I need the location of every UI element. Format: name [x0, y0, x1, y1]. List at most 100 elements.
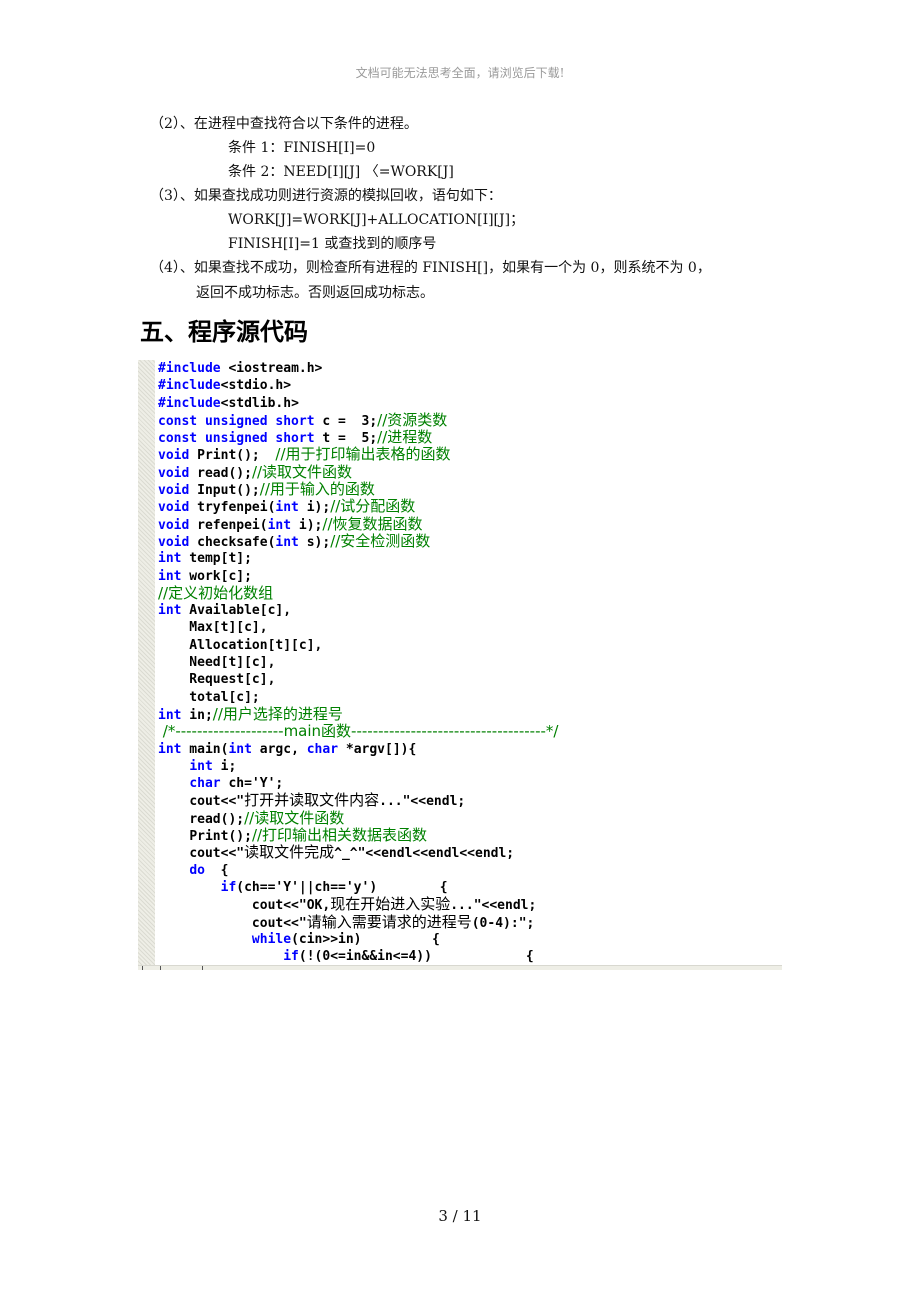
code-text: i);	[298, 500, 331, 516]
code-text: (0-4):";	[471, 915, 535, 931]
code-line: //定义初始化数组	[158, 583, 558, 602]
code-line: cout<<"请输入需要请求的进程号(0-4):";	[158, 912, 558, 931]
code-string-chinese: 现在开始进入实验	[330, 895, 451, 914]
code-keyword: int	[189, 758, 213, 774]
code-line: total[c];	[158, 689, 558, 706]
code-string-chinese: 请输入需要请求的进程号	[306, 912, 472, 931]
code-text: <stdlib.h>	[220, 395, 299, 411]
code-keyword: int	[158, 741, 182, 757]
code-text: i);	[291, 517, 323, 533]
page-number: 3 / 11	[438, 1207, 482, 1225]
code-line: void checksafe(int s);//安全检测函数	[158, 531, 558, 550]
code-line: Print();//打印输出相关数据表函数	[158, 826, 558, 845]
code-text: tryfenpei(	[189, 500, 276, 516]
code-keyword: int	[158, 603, 182, 619]
code-line: do {	[158, 862, 558, 879]
code-text: Need[t][c],	[158, 655, 276, 671]
code-line: cout<<"打开并读取文件内容..."<<endl;	[158, 792, 558, 810]
code-keyword: int	[267, 517, 292, 533]
code-line: void tryfenpei(int i);//试分配函数	[158, 498, 558, 516]
code-line: const unsigned short c = 3;//资源类数	[158, 410, 558, 429]
code-keyword: int	[228, 741, 252, 757]
code-keyword: void	[158, 483, 190, 499]
code-keyword: if	[220, 879, 237, 895]
code-text: Print();	[189, 829, 252, 845]
code-keyword: void	[158, 534, 190, 550]
code-comment: //读取文件函数	[251, 462, 353, 481]
code-keyword: void	[158, 465, 190, 481]
finish-update-statement: FINISH[I]=1 或查找到的顺序号	[228, 236, 437, 252]
editor-gutter	[138, 360, 155, 970]
code-keyword: void	[158, 500, 190, 516]
code-line: int i;	[158, 758, 558, 775]
code-comment: //进程数	[377, 428, 433, 447]
code-line: #include<stdio.h>	[158, 377, 558, 394]
code-text: {	[204, 862, 229, 878]
code-line: cout<<"读取文件完成^_^"<<endl<<endl<<endl;	[158, 844, 558, 862]
code-line: Need[t][c],	[158, 654, 558, 671]
code-line: Max[t][c],	[158, 619, 558, 636]
code-text: Print();	[189, 448, 276, 464]
code-line: int in;//用户选择的进程号	[158, 704, 558, 723]
code-text: ch='Y';	[220, 776, 284, 792]
code-line: void Print(); //用于打印输出表格的函数	[158, 445, 558, 464]
code-text: main(	[181, 741, 229, 757]
watermark-notice: 文档可能无法思考全面，请浏览后下载!	[355, 66, 565, 80]
code-comment: //定义初始化数组	[158, 583, 274, 602]
code-line: #include <iostream.h>	[158, 360, 558, 377]
code-text: temp[t];	[181, 551, 252, 567]
code-text: cout<<"OK,	[251, 898, 331, 914]
code-comment: //打印输出相关数据表函数	[251, 826, 428, 845]
code-line: int work[c];	[158, 568, 558, 585]
code-text: Request[c],	[158, 672, 276, 688]
code-keyword: if	[283, 949, 299, 965]
code-line: int main(int argc, char *argv[]){	[158, 741, 558, 758]
code-text: refenpei(	[189, 517, 268, 533]
code-text: (ch=='Y'||ch=='y') {	[236, 879, 448, 895]
code-comment: /*--------------------main函数------------…	[158, 722, 559, 741]
code-text: Available[c],	[181, 603, 292, 619]
code-line: Request[c],	[158, 671, 558, 688]
code-text: cout<<"	[189, 794, 245, 810]
code-text: c = 3;	[314, 413, 378, 429]
code-keyword: const unsigned short	[158, 431, 315, 447]
code-comment: //资源类数	[377, 410, 448, 429]
code-comment: //读取文件函数	[244, 808, 345, 827]
step-3-text: （3）、如果查找成功则进行资源的模拟回收，语句如下：	[150, 188, 502, 204]
condition-1-text: 条件 1：FINISH[I]=0	[228, 140, 376, 156]
code-text: Allocation[t][c],	[158, 637, 323, 653]
step-4-text: （4）、如果查找不成功，则检查所有进程的 FINISH[]，如果有一个为 0，则…	[150, 260, 711, 276]
code-keyword: while	[251, 931, 292, 947]
code-text: (!(0<=in&&in<=4)) {	[298, 949, 534, 965]
code-comment: //用于打印输出表格的函数	[275, 445, 451, 464]
code-line: char ch='Y';	[158, 775, 558, 792]
code-keyword: int	[275, 534, 299, 550]
code-line: void Input();//用于输入的函数	[158, 480, 558, 499]
code-keyword: #include	[158, 395, 221, 411]
code-lines: #include <iostream.h> #include<stdio.h> #i…	[158, 360, 558, 965]
code-line: const unsigned short t = 5;//进程数	[158, 428, 558, 447]
code-text: <iostream.h>	[220, 361, 323, 376]
code-text: ..."<<endl;	[379, 794, 466, 810]
code-keyword: void	[158, 517, 190, 533]
work-update-statement: WORK[J]=WORK[J]+ALLOCATION[I][J]；	[228, 212, 525, 228]
code-text: read();	[189, 465, 252, 481]
code-comment: //用于输入的函数	[259, 480, 375, 499]
code-text: checksafe(	[189, 534, 276, 550]
code-comment: //恢复数据函数	[322, 514, 423, 533]
code-keyword: int	[158, 551, 182, 567]
code-comment: //用户选择的进程号	[212, 704, 343, 723]
editor-scrollbar	[138, 965, 782, 970]
code-comment: //安全检测函数	[330, 531, 431, 550]
code-line: read();//读取文件函数	[158, 808, 558, 827]
